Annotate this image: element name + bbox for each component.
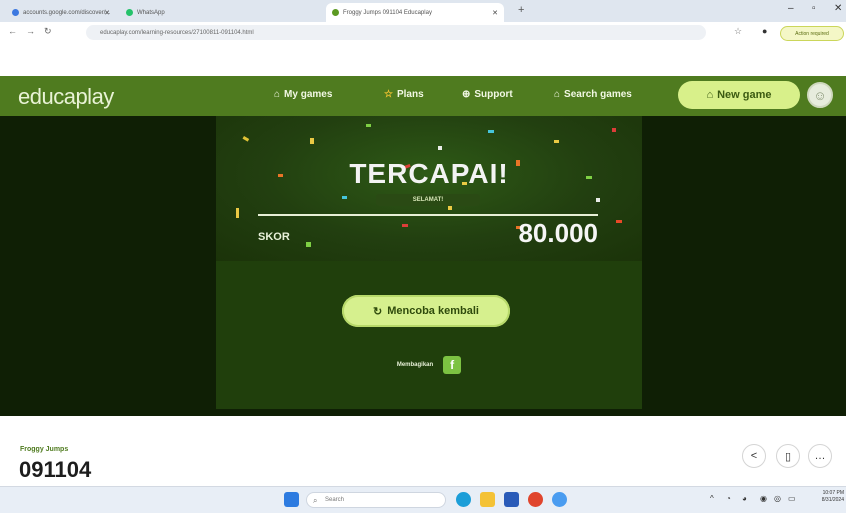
share-label: Membagikan bbox=[396, 362, 434, 368]
game-title: 091104 bbox=[19, 457, 92, 482]
bookmark-star-icon[interactable]: ☆ bbox=[734, 26, 742, 37]
tab-label: accounts.google.com/discover/... bbox=[23, 9, 111, 16]
nav-label: My games bbox=[284, 89, 333, 100]
result-actions: ↻ Mencoba kembali Membagikan f bbox=[216, 261, 642, 409]
user-avatar-icon: ☺ bbox=[813, 87, 827, 103]
tab-educaplay[interactable]: Froggy Jumps 091104 Educaplay ✕ bbox=[326, 3, 504, 22]
close-window-icon[interactable]: ✕ bbox=[834, 3, 842, 14]
header-spacer bbox=[0, 44, 846, 76]
maximize-icon[interactable]: ▫ bbox=[812, 3, 816, 14]
back-icon[interactable]: ← bbox=[8, 26, 17, 36]
profile-icon[interactable]: ● bbox=[762, 26, 767, 36]
google-favicon-icon bbox=[12, 9, 19, 16]
game-info-bar: Froggy Jumps 091104 < ▯ … bbox=[0, 416, 846, 486]
battery-icon[interactable]: ▭ bbox=[788, 494, 796, 503]
share-row: Membagikan f bbox=[216, 356, 642, 374]
copy-icon: ▯ bbox=[784, 450, 792, 463]
congrats-label: SELAMAT! bbox=[376, 194, 480, 206]
nav-my-games[interactable]: ⌂ My games bbox=[274, 89, 332, 100]
game-panel: TERCAPAI! SELAMAT! SKOR 80.000 ↻ Mencoba… bbox=[216, 116, 642, 409]
more-icon: … bbox=[814, 450, 826, 462]
close-tab-icon[interactable]: ✕ bbox=[104, 9, 110, 17]
nav-search-games[interactable]: ⌂ Search games bbox=[554, 89, 632, 100]
wifi-icon[interactable]: ◉ bbox=[760, 494, 767, 503]
tray-app-icon[interactable]: ◔ bbox=[726, 494, 731, 503]
clock-date: 8/31/2024 bbox=[821, 497, 844, 503]
nav-label: Support bbox=[474, 89, 513, 100]
tray-chevron-icon[interactable]: ^ bbox=[710, 494, 714, 503]
educaplay-logo[interactable]: educaplay bbox=[18, 84, 114, 110]
forward-icon[interactable]: → bbox=[26, 26, 35, 36]
windows-start-icon[interactable] bbox=[284, 492, 299, 507]
facebook-share-icon[interactable]: f bbox=[443, 356, 462, 374]
nav-label: Search games bbox=[564, 89, 632, 100]
new-tab-icon[interactable]: + bbox=[518, 4, 524, 16]
new-game-icon: ⌂ bbox=[706, 89, 714, 101]
store-icon[interactable] bbox=[504, 492, 519, 507]
edge-icon[interactable] bbox=[456, 492, 471, 507]
nav-label: Plans bbox=[396, 89, 424, 100]
url-input[interactable]: educaplay.com/learning-resources/2710081… bbox=[86, 25, 706, 40]
score-label: SKOR bbox=[258, 231, 290, 243]
new-game-label: New game bbox=[717, 89, 772, 101]
result-title: TERCAPAI! bbox=[349, 158, 509, 189]
retry-icon: ↻ bbox=[373, 305, 383, 318]
retry-button[interactable]: ↻ Mencoba kembali bbox=[342, 295, 510, 327]
profile-action-label: Action required bbox=[795, 30, 829, 37]
address-bar-row: ← → ↻ educaplay.com/learning-resources/2… bbox=[0, 22, 846, 45]
copy-button[interactable]: ▯ bbox=[776, 444, 800, 468]
url-text: educaplay.com/learning-resources/2710081… bbox=[100, 29, 254, 36]
search-games-icon: ⌂ bbox=[554, 89, 561, 100]
whatsapp-favicon-icon bbox=[126, 9, 133, 16]
score-value: 80.000 bbox=[518, 218, 598, 248]
file-explorer-icon[interactable] bbox=[480, 492, 495, 507]
chrome-profile-icon[interactable] bbox=[552, 492, 567, 507]
user-avatar[interactable]: ☺ bbox=[807, 82, 833, 108]
share-button[interactable]: < bbox=[742, 444, 766, 468]
volume-icon[interactable]: ◎ bbox=[774, 494, 781, 503]
star-icon: ☆ bbox=[384, 89, 393, 100]
reload-icon[interactable]: ↻ bbox=[44, 26, 52, 37]
chrome-icon[interactable] bbox=[528, 492, 543, 507]
tab-google[interactable]: accounts.google.com/discover/... ✕ bbox=[6, 3, 116, 22]
search-icon: ⌕ bbox=[313, 496, 318, 505]
new-game-button[interactable]: ⌂ New game bbox=[678, 81, 800, 109]
browser-tab-bar: accounts.google.com/discover/... ✕ Whats… bbox=[0, 0, 846, 22]
support-icon: ⊕ bbox=[462, 89, 471, 100]
tab-label: WhatsApp bbox=[137, 9, 165, 16]
search-placeholder: Search bbox=[325, 497, 345, 503]
retry-label: Mencoba kembali bbox=[387, 305, 479, 317]
nav-support[interactable]: ⊕ Support bbox=[462, 89, 513, 100]
more-button[interactable]: … bbox=[808, 444, 832, 468]
os-taskbar: ⌕ Search ^ ◔ ◕ ◉ ◎ ▭ 10:07 PM 8/31/2024 bbox=[0, 486, 846, 513]
site-header: educaplay ⌂ My games ☆ Plans ⊕ Support ⌂… bbox=[0, 44, 846, 116]
taskbar-search[interactable]: ⌕ Search bbox=[306, 492, 446, 508]
result-banner: TERCAPAI! SELAMAT! SKOR 80.000 bbox=[216, 116, 642, 261]
educaplay-favicon-icon bbox=[332, 9, 339, 16]
tab-whatsapp[interactable]: WhatsApp bbox=[120, 3, 210, 22]
minimize-icon[interactable]: – bbox=[788, 3, 794, 14]
game-area: TERCAPAI! SELAMAT! SKOR 80.000 ↻ Mencoba… bbox=[0, 116, 846, 416]
clock-time: 10:07 PM bbox=[822, 490, 844, 496]
close-tab-icon[interactable]: ✕ bbox=[492, 9, 498, 17]
tray-app-icon[interactable]: ◕ bbox=[742, 494, 747, 503]
share-icon: < bbox=[750, 450, 758, 462]
nav-plans[interactable]: ☆ Plans bbox=[384, 89, 424, 100]
score-divider bbox=[258, 214, 598, 216]
profile-action-button[interactable]: Action required bbox=[780, 26, 844, 41]
game-name[interactable]: Froggy Jumps bbox=[20, 446, 68, 453]
home-icon: ⌂ bbox=[274, 89, 281, 100]
tab-label: Froggy Jumps 091104 Educaplay bbox=[343, 9, 432, 16]
system-clock[interactable]: 10:07 PM 8/31/2024 bbox=[812, 490, 844, 504]
